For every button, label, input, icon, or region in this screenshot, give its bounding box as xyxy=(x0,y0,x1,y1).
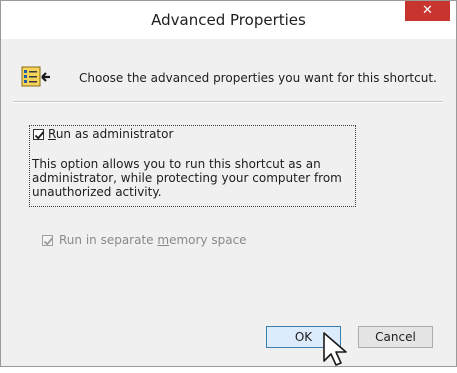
separate-memory-label-before: Run in separate xyxy=(59,233,158,247)
run-as-admin-label[interactable]: Run as administrator xyxy=(48,127,173,141)
description-line: unauthorized activity. xyxy=(32,185,162,199)
separate-memory-label[interactable]: Run in separate memory space xyxy=(59,233,247,247)
description-line: This option allows you to run this short… xyxy=(32,157,321,171)
checkmark-icon xyxy=(43,237,54,246)
run-as-admin-checkbox[interactable] xyxy=(33,129,45,140)
separate-memory-checkbox[interactable] xyxy=(42,235,54,246)
close-button[interactable]: ✕ xyxy=(405,1,450,21)
run-as-admin-description: This option allows you to run this short… xyxy=(32,157,352,199)
dialog-title: Advanced Properties xyxy=(151,11,306,29)
separate-memory-label-after: emory space xyxy=(169,233,247,247)
close-icon: ✕ xyxy=(422,3,433,18)
accelerator-r: R xyxy=(48,127,56,141)
divider xyxy=(13,101,443,103)
shortcut-properties-icon xyxy=(21,65,53,89)
description-line: administrator, while protecting your com… xyxy=(32,171,342,185)
mouse-pointer-icon xyxy=(322,331,348,369)
instruction-text: Choose the advanced properties you want … xyxy=(79,71,437,85)
advanced-properties-dialog: Advanced Properties ✕ Choose the advance… xyxy=(0,0,457,367)
cancel-button[interactable]: Cancel xyxy=(358,326,433,348)
accelerator-m: m xyxy=(157,233,170,247)
title-bar[interactable]: Advanced Properties ✕ xyxy=(1,1,456,39)
dialog-body: Choose the advanced properties you want … xyxy=(9,39,448,366)
run-as-admin-group[interactable]: Run as administrator This option allows … xyxy=(29,125,356,207)
checkmark-icon xyxy=(34,131,45,140)
run-as-admin-label-rest: un as administrator xyxy=(55,127,174,141)
